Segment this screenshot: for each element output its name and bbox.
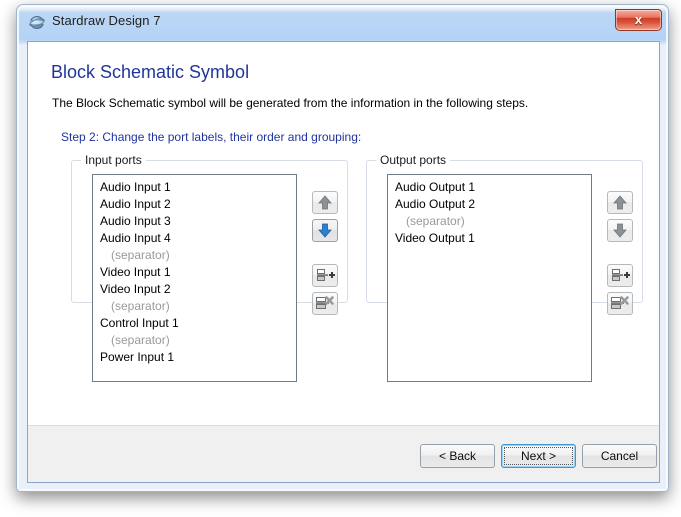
input-move-up-button[interactable] bbox=[312, 191, 338, 214]
globe-icon bbox=[28, 14, 46, 31]
cancel-button[interactable]: Cancel bbox=[582, 444, 657, 468]
window-title: Stardraw Design 7 bbox=[52, 13, 161, 28]
output-move-down-button[interactable] bbox=[607, 219, 633, 242]
input-port-row[interactable]: Audio Input 1 bbox=[93, 179, 296, 196]
page-title: Block Schematic Symbol bbox=[51, 62, 250, 82]
input-port-separator-row[interactable]: (separator) bbox=[93, 332, 296, 349]
input-port-row[interactable]: Control Input 1 bbox=[93, 315, 296, 332]
input-ports-group-title: Input ports bbox=[81, 153, 146, 167]
title-bar[interactable]: Stardraw Design 7 x bbox=[19, 7, 666, 40]
output-port-row[interactable]: Audio Output 1 bbox=[388, 179, 591, 196]
input-port-row[interactable]: Video Input 1 bbox=[93, 264, 296, 281]
close-icon: x bbox=[634, 12, 643, 27]
page-subtitle: The Block Schematic symbol will be gener… bbox=[52, 96, 529, 110]
input-remove-separator-button[interactable] bbox=[312, 292, 338, 315]
wizard-page: Block Schematic Symbol The Block Schemat… bbox=[28, 42, 659, 425]
next-button[interactable]: Next > bbox=[501, 444, 576, 468]
input-ports-listbox[interactable]: Audio Input 1 Audio Input 2 Audio Input 3A… bbox=[92, 174, 297, 382]
output-ports-group: Output ports Audio Output 1 Audio Output … bbox=[366, 153, 643, 382]
input-port-separator-row[interactable]: (separator) bbox=[93, 298, 296, 315]
input-port-separator-row[interactable]: (separator) bbox=[93, 247, 296, 264]
dialog-footer: < Back Next > Cancel bbox=[28, 425, 659, 482]
window-glass-frame: Stardraw Design 7 x Block Schematic Symb… bbox=[18, 6, 667, 490]
back-button[interactable]: < Back bbox=[420, 444, 495, 468]
application-window: Stardraw Design 7 x Block Schematic Symb… bbox=[16, 4, 669, 492]
output-add-separator-button[interactable] bbox=[607, 264, 633, 287]
step-label: Step 2: Change the port labels, their or… bbox=[61, 130, 362, 144]
input-port-row[interactable]: Audio Input 3 bbox=[93, 213, 296, 230]
close-button[interactable]: x bbox=[615, 9, 662, 31]
input-move-down-button[interactable] bbox=[312, 219, 338, 242]
output-port-row[interactable]: Video Output 1 bbox=[388, 230, 591, 247]
output-port-row[interactable]: Audio Output 2 bbox=[388, 196, 591, 213]
input-port-row[interactable]: Audio Input 4 bbox=[93, 230, 296, 247]
input-ports-group: Input ports Audio Input 1 Audio Input 2 Au… bbox=[71, 153, 348, 382]
dialog-client-area: Block Schematic Symbol The Block Schemat… bbox=[27, 41, 660, 483]
input-port-row[interactable]: Video Input 2 bbox=[93, 281, 296, 298]
output-ports-listbox[interactable]: Audio Output 1 Audio Output 2 (separator) V… bbox=[387, 174, 592, 382]
output-port-separator-row[interactable]: (separator) bbox=[388, 213, 591, 230]
output-ports-group-title: Output ports bbox=[376, 153, 451, 167]
next-button-label: Next > bbox=[520, 449, 556, 463]
input-add-separator-button[interactable] bbox=[312, 264, 338, 287]
input-port-row[interactable]: Power Input 1 bbox=[93, 349, 296, 366]
output-remove-separator-button[interactable] bbox=[607, 292, 633, 315]
output-move-up-button[interactable] bbox=[607, 191, 633, 214]
input-port-row[interactable]: Audio Input 2 bbox=[93, 196, 296, 213]
desktop-background: Stardraw Design 7 x Block Schematic Symb… bbox=[0, 0, 681, 517]
